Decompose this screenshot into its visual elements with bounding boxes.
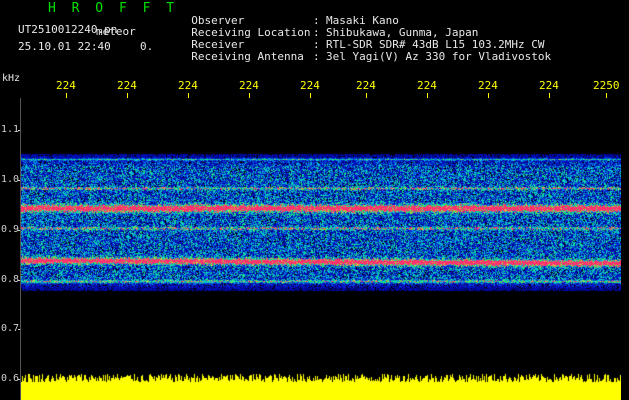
frequency-tick: 0.6 xyxy=(1,373,20,384)
info-value: Masaki Kano xyxy=(326,14,399,27)
info-separator: : xyxy=(313,50,320,63)
info-separator: : xyxy=(313,26,320,39)
time-tick: 224 xyxy=(300,79,320,98)
frequency-unit-label: kHz xyxy=(2,73,21,84)
info-value: Shibukawa, Gunma, Japan xyxy=(326,26,479,39)
time-tick: 2250 xyxy=(593,79,620,98)
time-tick: 224 xyxy=(56,79,76,98)
info-value: RTL-SDR SDR# 43dB L15 103.2MHz CW xyxy=(326,38,545,51)
app-title: H R O F F T xyxy=(48,1,179,16)
info-key: Receiving Antenna xyxy=(191,50,304,63)
info-separator: : xyxy=(313,14,320,27)
info-separator: : xyxy=(313,38,320,51)
info-value: 3el Yagi(V) Az 330 for Vladivostok xyxy=(326,50,552,63)
time-tick: 224 xyxy=(356,79,376,98)
datetime-label: 25.10.01 22:40 xyxy=(18,40,111,53)
time-tick: 224 xyxy=(239,79,259,98)
meteor-count: 0. xyxy=(140,40,154,53)
frequency-tick: 0.8 xyxy=(1,274,20,285)
time-tick: 224 xyxy=(417,79,437,98)
meteor-label: meteor xyxy=(96,25,136,38)
frequency-tick: 0.7 xyxy=(1,323,20,334)
frequency-tick: 0.9 xyxy=(1,224,20,235)
spectrogram-plot xyxy=(21,98,621,400)
time-tick: 224 xyxy=(478,79,498,98)
frequency-tick: 1.0 xyxy=(1,174,20,185)
time-tick: 224 xyxy=(539,79,559,98)
info-antenna: Receiving Antenna:3el Yagi(V) Az 330 for… xyxy=(178,40,551,63)
time-tick: 224 xyxy=(117,79,137,98)
frequency-tick: 1.1 xyxy=(1,124,20,135)
time-tick: 224 xyxy=(178,79,198,98)
